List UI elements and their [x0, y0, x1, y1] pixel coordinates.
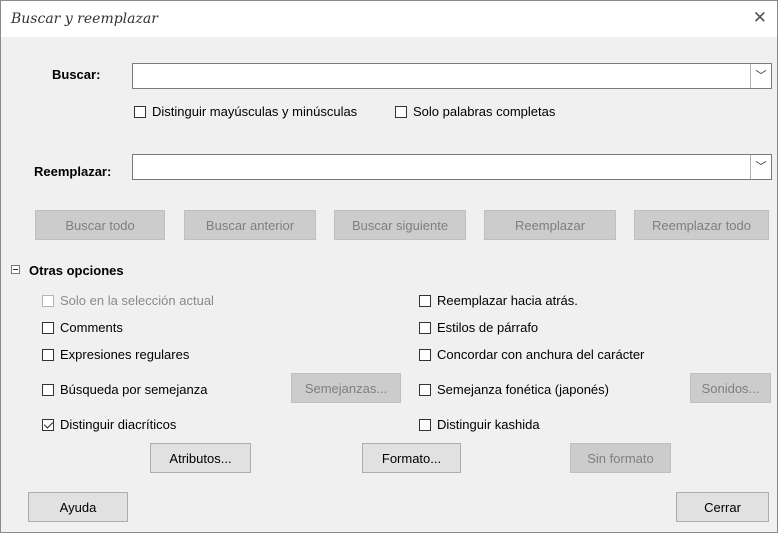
- match-case-label: Distinguir mayúsculas y minúsculas: [152, 104, 358, 119]
- char-width-checkbox[interactable]: Concordar con anchura del carácter: [419, 347, 644, 362]
- similarity-label: Búsqueda por semejanza: [60, 382, 208, 397]
- replace-input[interactable]: ﹀: [132, 154, 772, 180]
- current-selection-checkbox[interactable]: Solo en la selección actual: [42, 293, 214, 308]
- attributes-button[interactable]: Atributos...: [150, 443, 251, 473]
- sounds-like-checkbox[interactable]: Semejanza fonética (japonés): [419, 382, 609, 397]
- find-replace-dialog: Buscar y reemplazar ✕ Buscar: ﹀ Distingu…: [0, 0, 778, 533]
- paragraph-styles-label: Estilos de párrafo: [437, 320, 539, 335]
- comments-label: Comments: [60, 320, 123, 335]
- whole-words-checkbox[interactable]: Solo palabras completas: [395, 104, 555, 119]
- current-selection-label: Solo en la selección actual: [60, 293, 214, 308]
- collapse-icon[interactable]: [11, 265, 20, 274]
- chevron-down-icon[interactable]: ﹀: [750, 155, 771, 179]
- checkbox-box[interactable]: [419, 321, 431, 334]
- no-format-button[interactable]: Sin formato: [570, 443, 671, 473]
- close-button[interactable]: Cerrar: [676, 492, 769, 522]
- help-button[interactable]: Ayuda: [28, 492, 128, 522]
- replace-label: Reemplazar:: [34, 164, 112, 179]
- checkbox-box[interactable]: [419, 383, 431, 396]
- regex-checkbox[interactable]: Expresiones regulares: [42, 347, 189, 362]
- find-all-button[interactable]: Buscar todo: [35, 210, 165, 240]
- checkbox-box[interactable]: [42, 321, 54, 334]
- replace-all-button[interactable]: Reemplazar todo: [634, 210, 769, 240]
- find-previous-button[interactable]: Buscar anterior: [184, 210, 316, 240]
- format-button[interactable]: Formato...: [362, 443, 461, 473]
- regex-label: Expresiones regulares: [60, 347, 190, 362]
- search-label: Buscar:: [52, 67, 101, 82]
- dialog-body: Buscar: ﹀ Distinguir mayúsculas y minúsc…: [1, 37, 777, 532]
- checkbox-box[interactable]: [395, 105, 407, 118]
- other-options-header[interactable]: Otras opciones: [29, 263, 124, 278]
- checkbox-box[interactable]: [42, 418, 54, 431]
- sounds-button[interactable]: Sonidos...: [690, 373, 771, 403]
- kashida-checkbox[interactable]: Distinguir kashida: [419, 417, 540, 432]
- whole-words-label: Solo palabras completas: [413, 104, 556, 119]
- chevron-down-icon[interactable]: ﹀: [750, 64, 771, 88]
- title-bar: Buscar y reemplazar ✕: [1, 1, 777, 37]
- similarity-checkbox[interactable]: Búsqueda por semejanza: [42, 382, 207, 397]
- checkbox-box[interactable]: [419, 294, 431, 307]
- search-input[interactable]: ﹀: [132, 63, 772, 89]
- checkbox-box[interactable]: [42, 294, 54, 307]
- paragraph-styles-checkbox[interactable]: Estilos de párrafo: [419, 320, 538, 335]
- sounds-like-label: Semejanza fonética (japonés): [437, 382, 609, 397]
- checkbox-box[interactable]: [419, 418, 431, 431]
- match-case-checkbox[interactable]: Distinguir mayúsculas y minúsculas: [134, 104, 357, 119]
- close-icon[interactable]: ✕: [753, 8, 767, 28]
- kashida-label: Distinguir kashida: [437, 417, 540, 432]
- replace-backwards-label: Reemplazar hacia atrás.: [437, 293, 578, 308]
- find-next-button[interactable]: Buscar siguiente: [334, 210, 466, 240]
- comments-checkbox[interactable]: Comments: [42, 320, 123, 335]
- window-title: Buscar y reemplazar: [11, 11, 158, 27]
- char-width-label: Concordar con anchura del carácter: [437, 347, 645, 362]
- replace-backwards-checkbox[interactable]: Reemplazar hacia atrás.: [419, 293, 578, 308]
- diacritics-checkbox[interactable]: Distinguir diacríticos: [42, 417, 176, 432]
- diacritics-label: Distinguir diacríticos: [60, 417, 177, 432]
- checkbox-box[interactable]: [42, 383, 54, 396]
- replace-button[interactable]: Reemplazar: [484, 210, 616, 240]
- checkbox-box[interactable]: [134, 105, 146, 118]
- similarities-button[interactable]: Semejanzas...: [291, 373, 401, 403]
- checkbox-box[interactable]: [419, 348, 431, 361]
- checkbox-box[interactable]: [42, 348, 54, 361]
